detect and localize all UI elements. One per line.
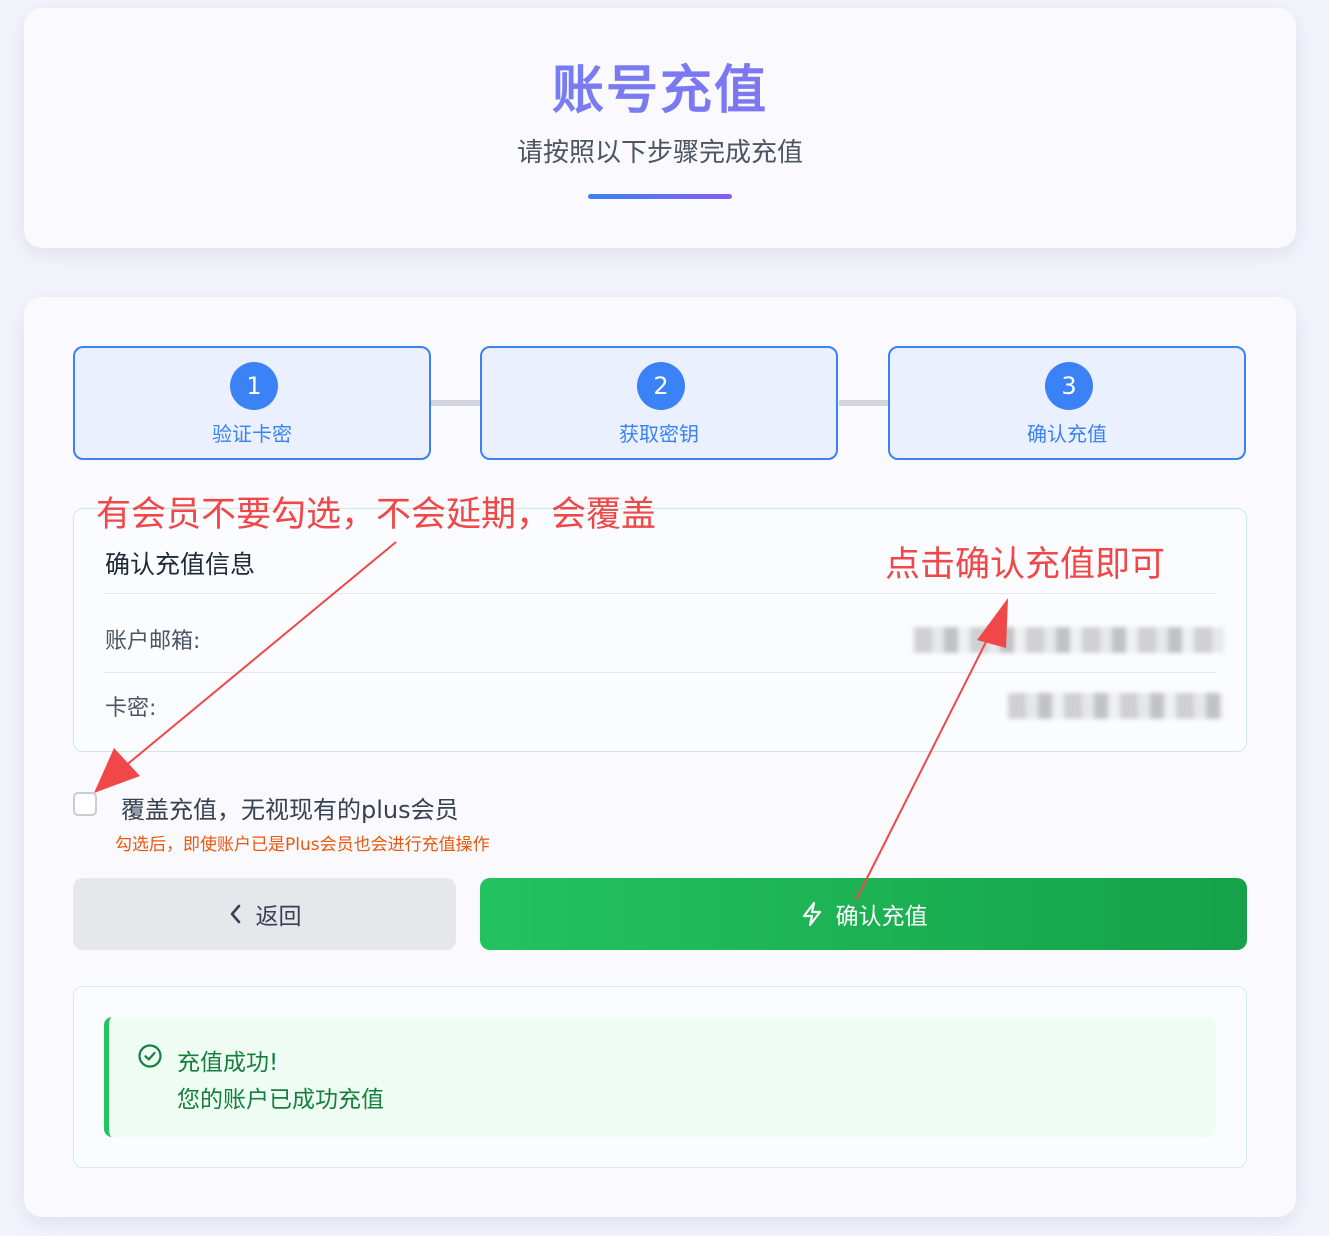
step-label: 确认充值: [1027, 422, 1107, 446]
divider: [104, 672, 1216, 673]
step-number: 1: [230, 362, 278, 410]
check-circle-icon: [137, 1043, 163, 1073]
step-verify-card: 1 验证卡密: [73, 346, 431, 460]
step-connector: [839, 400, 889, 406]
success-alert: 充值成功! 您的账户已成功充值: [104, 1017, 1216, 1137]
email-value-redacted: [914, 627, 1224, 653]
success-message: 您的账户已成功充值: [177, 1087, 384, 1113]
override-hint: 勾选后，即使账户已是Plus会员也会进行充值操作: [115, 835, 490, 855]
annotation-no-check: 有会员不要勾选，不会延期，会覆盖: [96, 495, 657, 535]
info-title: 确认充值信息: [105, 550, 256, 579]
confirm-recharge-button[interactable]: 确认充值: [480, 878, 1247, 950]
recharge-card: 1 验证卡密 2 获取密钥 3 确认充值 确认充值信息 账户邮箱: 卡密: 覆盖…: [24, 297, 1296, 1217]
step-number: 2: [637, 362, 685, 410]
step-get-key: 2 获取密钥: [480, 346, 838, 460]
step-label: 获取密钥: [619, 422, 699, 446]
annotation-click-confirm: 点击确认充值即可: [885, 545, 1166, 585]
step-number: 3: [1045, 362, 1093, 410]
override-checkbox[interactable]: [73, 792, 97, 816]
card-key-label: 卡密:: [105, 696, 157, 721]
back-button[interactable]: 返回: [73, 878, 456, 950]
step-label: 验证卡密: [212, 422, 292, 446]
step-connector: [431, 400, 481, 406]
divider: [104, 593, 1216, 594]
confirm-button-label: 确认充值: [835, 904, 928, 930]
step-confirm-recharge: 3 确认充值: [888, 346, 1246, 460]
lightning-icon: [800, 901, 824, 927]
page-subtitle: 请按照以下步骤完成充值: [516, 138, 803, 168]
override-label[interactable]: 覆盖充值，无视现有的plus会员: [121, 790, 459, 825]
success-title: 充值成功!: [177, 1050, 279, 1076]
back-button-label: 返回: [255, 904, 302, 930]
result-panel: 充值成功! 您的账户已成功充值: [73, 986, 1247, 1168]
chevron-left-icon: [228, 903, 244, 925]
card-key-value-redacted: [1008, 693, 1224, 719]
title-underline: [588, 194, 732, 199]
page-title: 账号充值: [24, 60, 1296, 122]
header-card: 账号充值 请按照以下步骤完成充值: [24, 8, 1296, 248]
email-label: 账户邮箱:: [105, 629, 201, 654]
